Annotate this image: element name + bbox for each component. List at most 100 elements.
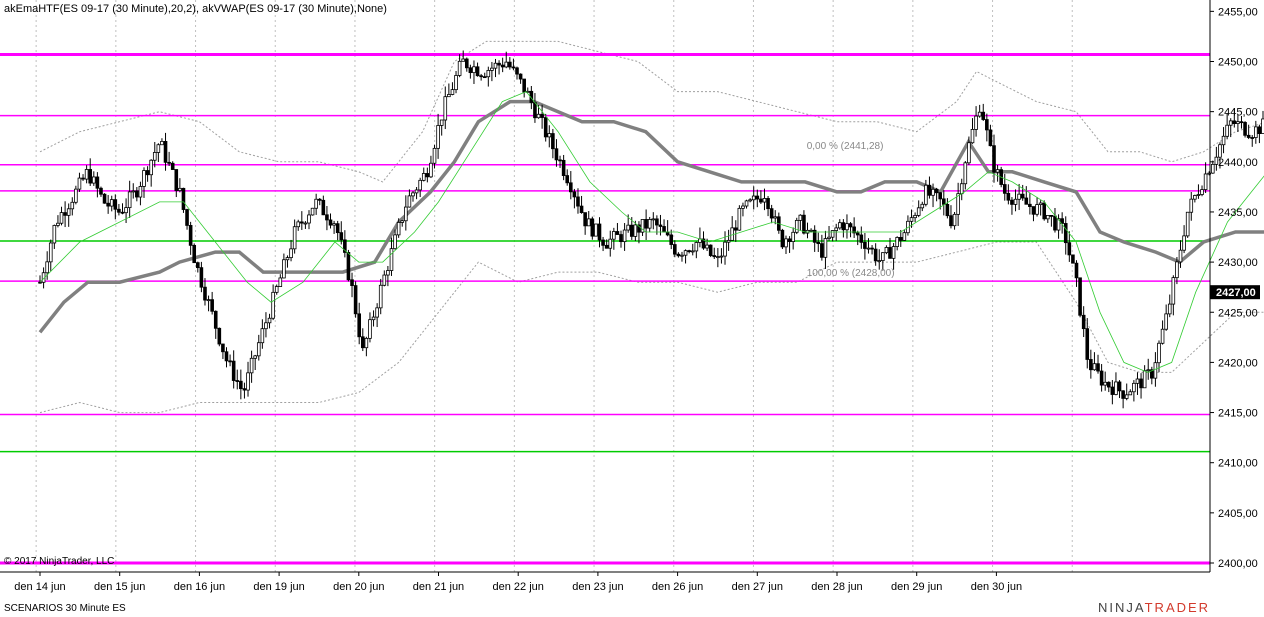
candle-body [644,219,648,229]
last-price-label: 2427,00 [1216,287,1256,299]
candle-body [931,188,935,196]
candle-body [1182,235,1186,251]
brand-prefix: NINJA [1098,600,1145,615]
candle-body [1239,121,1244,124]
candle-body [414,189,419,194]
candle-body [665,231,670,236]
candle-body [493,62,498,69]
candle-body [1124,394,1129,399]
candle-body [1218,144,1222,158]
candle-body [508,61,512,68]
candle-body [443,96,448,121]
fib-label: 0,00 % (2441,28) [807,141,884,152]
candle-body [1225,124,1229,137]
candle-body [1257,126,1262,135]
candle-body [504,61,509,68]
candle-body [109,199,114,207]
candle-body [160,140,164,146]
candle-body [217,327,222,345]
candle-body [1035,204,1039,215]
price-chart[interactable]: 0,00 % (2441,28) 100,00 % (2428,00) 2400,… [0,0,1264,617]
axes: 2400,00 2405,00 2410,00 2415,00 2420,00 2425,… [0,0,1260,593]
candle-body [185,209,189,226]
candle-body [439,119,444,126]
candle-body [335,223,340,234]
candle-body [755,195,760,200]
candle-body [45,261,49,274]
candle-body [59,212,64,224]
candle-body [898,237,903,241]
candle-body [673,244,677,255]
candle-body [1085,328,1090,360]
candle-body [81,177,85,180]
candle-body [256,342,261,357]
candle-body [231,360,236,381]
candle-body [142,170,146,187]
candle-body [1228,120,1233,126]
candle-body [310,207,315,216]
candle-body [841,222,846,231]
candle-body [920,203,925,209]
candle-body [307,214,311,224]
candle-body [988,129,993,147]
candle-body [145,170,150,176]
candle-body [1221,135,1226,146]
candle-body [1110,386,1115,395]
candle-body [418,179,422,191]
candle-body [404,206,408,222]
candle-body [1132,382,1136,393]
candle-body [759,198,763,203]
candle-body [1246,134,1251,138]
candle-body [206,299,211,302]
candle-body [70,201,75,210]
candle-body [658,224,663,227]
candle-body [511,66,516,69]
candle-body [346,252,351,281]
y-tick-label: 2430,00 [1218,257,1258,269]
candle-body [1232,120,1237,124]
candle-body [360,336,365,349]
candle-body [303,222,308,225]
x-tick-label: den 27 jun [732,581,783,593]
candle-body [357,313,361,338]
candle-body [482,76,487,79]
candle-body [787,238,792,242]
candle-body [1250,137,1255,139]
fib-label: 100,00 % (2428,00) [807,268,895,279]
candle-body [364,337,369,349]
candle-body [138,186,143,198]
candle-body [88,169,93,184]
candle-body [353,285,358,315]
candle-body [253,355,257,359]
candle-body [472,66,476,74]
candle-body [784,238,788,248]
candle-body [1002,184,1007,194]
candle-body [131,190,136,193]
candle-body [74,188,78,203]
candle-body [120,211,125,214]
candle-body [292,226,297,250]
candle-body [866,247,871,250]
candle-body [518,73,523,80]
candle-body [421,173,426,181]
candle-body [479,75,483,78]
candle-body [396,222,401,236]
candle-body [884,247,889,254]
candle-body [859,234,864,243]
candle-body [213,310,218,329]
candle-body [38,281,42,284]
candle-body [572,191,577,198]
candle-body [837,222,842,229]
candle-body [967,142,971,164]
candle-body [170,162,175,170]
candle-body [1121,390,1125,399]
candle-body [551,133,555,150]
candle-body [522,78,526,93]
candle-body [382,274,387,286]
candle-body [368,319,372,339]
candle-body [963,162,968,185]
candle-body [239,380,243,390]
candle-body [1128,391,1133,396]
x-tick-label: den 26 jun [652,581,703,593]
candle-body [285,257,290,261]
